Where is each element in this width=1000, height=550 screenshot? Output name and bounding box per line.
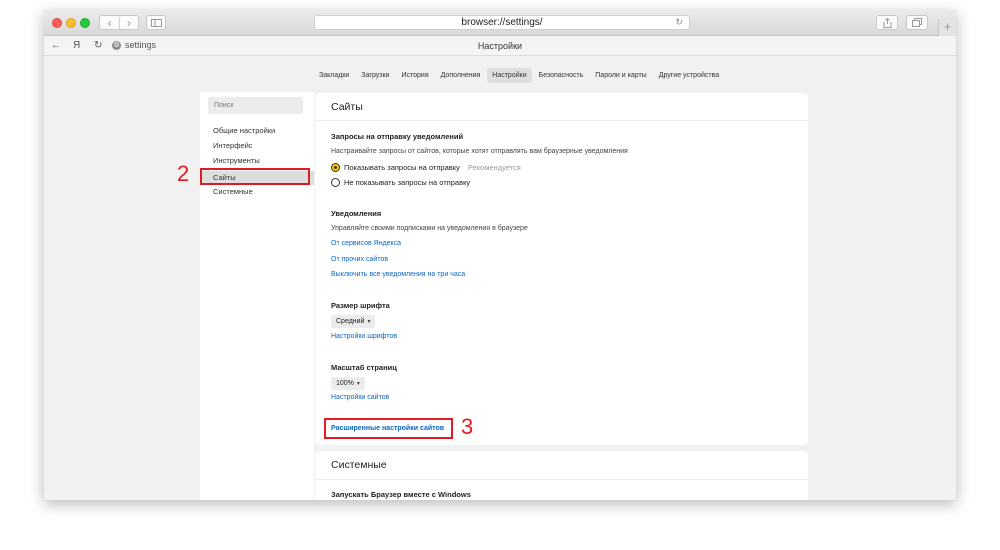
settings-search-input[interactable] [208,97,303,114]
annotation-step-3: 3 [461,414,474,439]
settings-sidebar: Общие настройки Интерфейс Инструменты Са… [200,92,314,500]
radio-hide-requests-label: Не показывать запросы на отправку [344,178,471,187]
divider [315,479,808,480]
sidebar-item-interface[interactable]: Интерфейс [213,141,253,151]
tab-other-devices[interactable]: Другие устройства [654,68,724,83]
launch-with-windows-title: Запускать Браузер вместе с Windows [331,490,471,499]
browser-toolbar: ← Я ↻ ⚙ settings Настройки [44,36,956,56]
reload-icon[interactable]: ↻ [675,16,683,29]
address-bar[interactable]: browser://settings/ ↻ [314,15,690,30]
site-settings-link[interactable]: Настройки сайтов [331,394,389,401]
page-zoom-title: Масштаб страниц [331,363,397,372]
annotation-step-2: 2 [177,161,190,186]
page-title: Настройки [477,41,523,51]
font-size-title: Размер шрифта [331,301,390,310]
chevron-down-icon: ▾ [356,381,360,387]
show-tabs-button[interactable] [906,15,928,30]
tab-bookmarks[interactable]: Закладки [314,68,354,83]
disable-notifications-link[interactable]: Выключить все уведомления на три часа [331,271,465,278]
radio-unchecked-icon [331,178,340,187]
font-size-dropdown[interactable]: Средний ▾ [331,315,376,328]
radio-hide-requests[interactable]: Не показывать запросы на отправку [331,178,470,187]
close-window-button[interactable] [52,18,62,28]
notifications-title: Уведомления [331,209,382,218]
browser-window: ‹ › browser://settings/ ↻ + ← Я ↻ ⚙ sett… [44,10,956,500]
recommended-badge: Рекомендуется [467,163,521,172]
notification-requests-title: Запросы на отправку уведомлений [331,132,464,141]
tabs-overview-icon [912,18,922,27]
page-zoom-value: 100% [336,380,354,387]
address-url: browser://settings/ [461,17,543,28]
share-icon [883,17,891,28]
chevron-left-icon[interactable]: ‹ [100,17,119,29]
minimize-window-button[interactable] [66,18,76,28]
history-nav-group: ‹ › [99,15,139,30]
sidebar-toggle-button[interactable] [146,15,166,30]
annotation-highlight-advanced [324,418,453,439]
divider [315,120,808,121]
system-section-title: Системные [331,459,387,471]
notifications-description: Управляйте своими подписками на уведомле… [331,225,528,232]
yandex-services-notifications-link[interactable]: От сервисов Яндекса [331,240,401,247]
sites-section-title: Сайты [331,101,363,113]
tab-passwords[interactable]: Пароли и карты [590,68,651,83]
page-zoom-dropdown[interactable]: 100% ▾ [331,377,365,390]
tab-extensions[interactable]: Дополнения [436,68,486,83]
radio-show-requests-label: Показывать запросы на отправку [344,163,460,172]
tab-settings[interactable]: Настройки [487,68,532,83]
font-size-value: Средний [336,318,365,325]
other-sites-notifications-link[interactable]: От прочих сайтов [331,256,388,263]
sidebar-item-system[interactable]: Системные [213,187,253,197]
radio-checked-icon [331,163,340,172]
settings-tabs: Закладки Загрузки История Дополнения Нас… [314,68,724,83]
sidebar-item-general[interactable]: Общие настройки [213,126,275,136]
new-tab-button[interactable]: + [938,19,956,36]
sidebar-item-tools[interactable]: Инструменты [213,156,260,166]
window-titlebar: ‹ › browser://settings/ ↻ + [44,10,956,36]
chevron-right-icon[interactable]: › [118,16,138,29]
font-settings-link[interactable]: Настройки шрифтов [331,333,397,340]
radio-show-requests[interactable]: Показывать запросы на отправку Рекоменду… [331,163,521,172]
system-settings-card: Системные Запускать Браузер вместе с Win… [315,451,808,500]
share-button[interactable] [876,15,898,30]
tab-history[interactable]: История [396,68,433,83]
maximize-window-button[interactable] [80,18,90,28]
tab-downloads[interactable]: Загрузки [356,68,394,83]
sites-settings-card: Сайты Запросы на отправку уведомлений На… [315,93,808,445]
chevron-down-icon: ▾ [367,319,371,325]
notification-requests-description: Настраивайте запросы от сайтов, которые … [331,148,628,155]
annotation-highlight-sites [200,168,310,185]
sidebar-icon [150,18,162,27]
tab-security[interactable]: Безопасность [534,68,589,83]
